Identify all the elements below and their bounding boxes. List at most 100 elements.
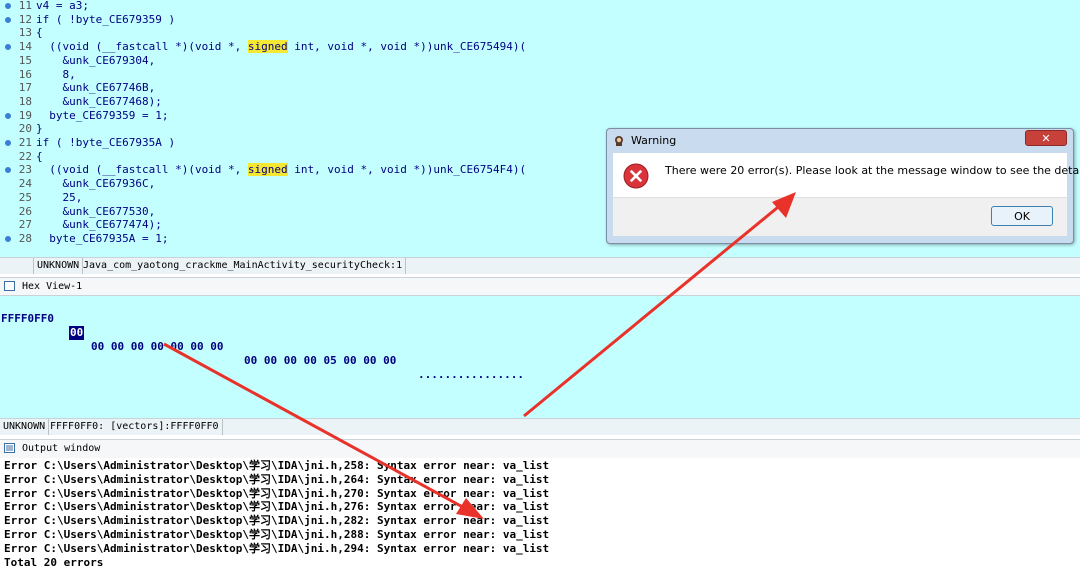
code-fragment: if ( !byte_CE679359 ) xyxy=(36,12,176,26)
line-number: 16 xyxy=(18,67,32,81)
hex-view-icon xyxy=(4,281,15,291)
code-fragment: 8, xyxy=(36,67,76,81)
output-error-line: Error C:\Users\Administrator\Desktop\学习\… xyxy=(4,541,550,555)
dialog-close-button[interactable]: ✕ xyxy=(1025,130,1067,146)
hex-view-titlebar[interactable]: Hex View-1 xyxy=(0,277,1080,296)
line-number: 23 xyxy=(18,163,32,177)
code-fragment: ((void (__fastcall *)(void *, xyxy=(36,40,248,54)
hex-ascii[interactable]: ................ xyxy=(418,368,524,382)
line-number: 11 xyxy=(18,0,32,12)
pseudocode-status-segment: UNKNOWN xyxy=(33,258,84,274)
error-icon xyxy=(623,163,649,189)
code-text: } xyxy=(36,122,43,136)
code-fragment: 25, xyxy=(36,190,83,204)
hex-bytes-second-half[interactable]: 00 00 00 00 05 00 00 00 xyxy=(244,354,396,368)
dialog-body: There were 20 error(s). Please look at t… xyxy=(613,153,1080,197)
output-total-line: Total 20 errors xyxy=(4,555,104,569)
code-line[interactable]: 15 &unk_CE679304, xyxy=(0,54,1080,68)
hex-status-address: FFFF0FF0: [vectors]:FFFF0FF0 xyxy=(47,419,223,435)
code-fragment: ((void (__fastcall *)(void *, xyxy=(36,163,248,177)
code-fragment: &unk_CE67746B, xyxy=(36,81,156,95)
code-fragment: &unk_CE677474); xyxy=(36,218,162,232)
code-line[interactable]: 14 ((void (__fastcall *)(void *, signed … xyxy=(0,40,1080,54)
code-text: &unk_CE67746B, xyxy=(36,81,155,95)
line-number: 13 xyxy=(18,26,32,40)
line-number: 17 xyxy=(18,81,32,95)
code-fragment: { xyxy=(36,149,43,163)
code-fragment: { xyxy=(36,26,43,40)
code-text: { xyxy=(36,150,43,164)
code-text: &unk_CE677530, xyxy=(36,205,155,219)
code-line[interactable]: 12 if ( !byte_CE679359 ) xyxy=(0,13,1080,27)
output-error-line: Error C:\Users\Administrator\Desktop\学习\… xyxy=(4,514,550,528)
output-error-line: Error C:\Users\Administrator\Desktop\学习\… xyxy=(4,528,550,541)
warning-dialog[interactable]: Warning ✕ There were 20 error(s). Please… xyxy=(606,128,1080,244)
line-number: 25 xyxy=(18,190,32,204)
line-number: 19 xyxy=(18,108,32,122)
hex-selected-byte[interactable]: 00 xyxy=(69,326,85,340)
pseudocode-status-function: Java_com_yaotong_crackme_MainActivity_se… xyxy=(80,258,407,274)
output-error-line: Error C:\Users\Administrator\Desktop\学习\… xyxy=(4,459,550,472)
ida-app-icon xyxy=(615,136,623,146)
code-fragment: } xyxy=(36,122,43,136)
code-text: &unk_CE679304, xyxy=(36,54,155,68)
output-window-icon xyxy=(4,443,15,453)
line-number: 12 xyxy=(18,12,32,26)
code-line[interactable]: 19 byte_CE679359 = 1; xyxy=(0,109,1080,123)
line-number: 20 xyxy=(18,122,32,136)
line-number: 26 xyxy=(18,204,32,218)
hex-address: FFFF0FF0 xyxy=(1,312,54,325)
dialog-footer: OK xyxy=(613,197,1067,236)
code-text: byte_CE679359 = 1; xyxy=(36,109,168,123)
code-text: 8, xyxy=(36,67,76,82)
code-line[interactable]: 11 v4 = a3; xyxy=(0,0,1080,13)
code-fragment: int, void *, void *))unk_CE675494)( xyxy=(287,40,527,54)
ok-button[interactable]: OK xyxy=(991,206,1053,226)
output-error-line: Error C:\Users\Administrator\Desktop\学习\… xyxy=(4,500,550,514)
code-text: 25, xyxy=(36,191,82,205)
code-text: ((void (__fastcall *)(void *, signed int… xyxy=(36,40,526,54)
code-text: if ( !byte_CE679359 ) xyxy=(36,13,175,27)
code-text: &unk_CE67936C, xyxy=(36,177,155,191)
code-line[interactable]: 16 8, xyxy=(0,68,1080,82)
code-line[interactable]: 17 &unk_CE67746B, xyxy=(0,81,1080,95)
hex-view-pane[interactable]: FFFF0FF0 00 00 00 00 00 00 00 00 00 00 0… xyxy=(0,296,1080,418)
code-fragment: &unk_CE677530, xyxy=(36,204,156,218)
code-text: byte_CE67935A = 1; xyxy=(36,232,168,246)
hex-bytes-first-half[interactable]: 00 00 00 00 00 00 00 xyxy=(91,340,223,354)
code-fragment: byte_CE679359 = 1; xyxy=(36,108,169,122)
code-text: if ( !byte_CE67935A ) xyxy=(36,136,175,150)
output-error-line: Error C:\Users\Administrator\Desktop\学习\… xyxy=(4,472,550,486)
line-number: 14 xyxy=(18,40,32,54)
code-line[interactable]: 13 { xyxy=(0,26,1080,40)
output-window-titlebar[interactable]: Output window xyxy=(0,439,1080,459)
output-error-line: Error C:\Users\Administrator\Desktop\学习\… xyxy=(4,486,550,500)
output-window-pane[interactable]: Error C:\Users\Administrator\Desktop\学习\… xyxy=(0,458,1080,574)
code-fragment: &unk_CE679304, xyxy=(36,53,156,67)
code-text: v4 = a3; xyxy=(36,0,89,13)
line-number: 24 xyxy=(18,177,32,191)
output-window-title: Output window xyxy=(22,443,101,454)
line-number: 27 xyxy=(18,218,32,232)
line-number: 21 xyxy=(18,136,32,149)
code-fragment: &unk_CE67936C, xyxy=(36,177,156,191)
line-number: 22 xyxy=(18,149,32,163)
line-number: 18 xyxy=(18,94,32,108)
highlighted-keyword: signed xyxy=(247,163,288,177)
line-number: 28 xyxy=(18,231,32,245)
code-fragment: v4 = a3; xyxy=(36,0,89,12)
hex-row: FFFF0FF0 00 00 00 00 00 00 00 00 00 00 0… xyxy=(0,298,524,396)
dialog-message: There were 20 error(s). Please look at t… xyxy=(665,164,1080,177)
close-icon: ✕ xyxy=(1041,132,1051,145)
hex-status-bar: UNKNOWN FFFF0FF0: [vectors]:FFFF0FF0 xyxy=(0,418,1080,435)
code-fragment: if ( !byte_CE67935A ) xyxy=(36,136,176,149)
dialog-title: Warning xyxy=(631,134,677,147)
code-fragment: byte_CE67935A = 1; xyxy=(36,231,169,245)
highlighted-keyword: signed xyxy=(247,40,288,54)
code-text: &unk_CE677474); xyxy=(36,218,162,232)
line-number: 15 xyxy=(18,53,32,67)
code-text: ((void (__fastcall *)(void *, signed int… xyxy=(36,163,526,177)
code-line[interactable]: 18 &unk_CE677468); xyxy=(0,95,1080,109)
code-text: &unk_CE677468); xyxy=(36,94,162,109)
code-fragment: &unk_CE677468); xyxy=(36,94,162,108)
